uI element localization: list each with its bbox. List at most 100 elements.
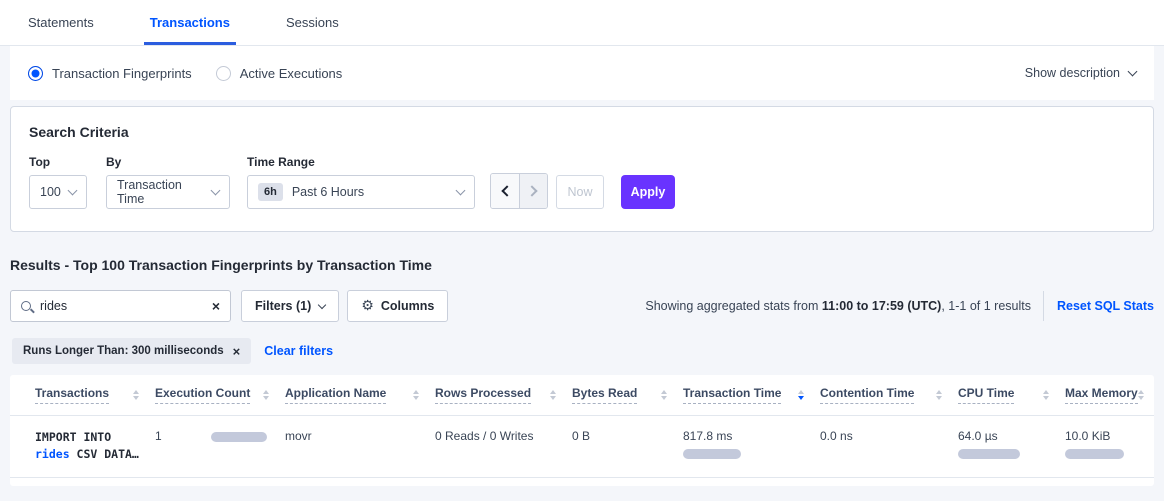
by-label: By: [106, 155, 247, 169]
results-table-card: Transactions Execution Count Application…: [10, 375, 1154, 486]
table-row[interactable]: IMPORT INTO rides CSV DATA… 1 movr 0 Rea…: [10, 415, 1154, 477]
view-toggle-bar: Transaction Fingerprints Active Executio…: [10, 46, 1154, 100]
cell-execution-count: 1: [155, 415, 285, 477]
previous-time-button[interactable]: [491, 174, 519, 208]
gear-icon: ⚙: [361, 298, 374, 314]
column-header-max-memory: Max Memory: [1065, 375, 1154, 415]
top-select[interactable]: 100: [29, 175, 87, 209]
next-time-button[interactable]: [519, 174, 547, 208]
tab-sessions[interactable]: Sessions: [280, 0, 345, 45]
chevron-down-icon: [1128, 66, 1138, 76]
bytes-read-value: 0 B: [572, 429, 590, 443]
cell-contention-time: 0.0 ns: [820, 415, 958, 477]
statement-line-1: IMPORT INTO: [35, 429, 155, 446]
cell-transaction-time: 817.8 ms: [683, 415, 820, 477]
radio-label: Active Executions: [240, 66, 343, 81]
column-header-application-name: Application Name: [285, 375, 435, 415]
search-box[interactable]: ×: [10, 290, 231, 322]
sort-icon[interactable]: [1043, 390, 1049, 400]
sort-icon[interactable]: [661, 390, 667, 400]
time-range-badge: 6h: [258, 183, 283, 201]
search-input[interactable]: [40, 299, 212, 313]
statement-line-2: rides CSV DATA…: [35, 446, 155, 463]
cell-max-memory: 10.0 KiB: [1065, 415, 1154, 477]
cell-bytes-read: 0 B: [572, 415, 683, 477]
clear-filters-link[interactable]: Clear filters: [264, 344, 333, 358]
cell-cpu-time: 64.0 µs: [958, 415, 1065, 477]
aggregated-stats-text: Showing aggregated stats from 11:00 to 1…: [645, 299, 1031, 313]
column-header-rows-processed: Rows Processed: [435, 375, 572, 415]
cpu-time-bar: [958, 449, 1020, 459]
time-range-select[interactable]: 6h Past 6 Hours: [247, 175, 475, 209]
page-tabbar: Statements Transactions Sessions: [0, 0, 1164, 46]
sort-icon[interactable]: [413, 390, 419, 400]
search-icon: [21, 301, 31, 311]
execution-count-bar: [211, 432, 267, 442]
time-range-label: Time Range: [247, 155, 490, 169]
column-header-execution-count: Execution Count: [155, 375, 285, 415]
max-memory-bar: [1065, 449, 1124, 459]
sort-icon[interactable]: [798, 390, 804, 400]
radio-unselected-icon[interactable]: [216, 66, 231, 81]
filters-button-label: Filters (1): [255, 299, 311, 313]
by-select[interactable]: Transaction Time: [106, 175, 230, 209]
chevron-down-icon: [211, 185, 221, 195]
column-header-transaction-time: Transaction Time: [683, 375, 820, 415]
transaction-time-value: 817.8 ms: [683, 429, 820, 443]
by-select-value: Transaction Time: [117, 178, 212, 206]
radio-active-executions[interactable]: Active Executions: [216, 66, 343, 81]
tab-statements[interactable]: Statements: [22, 0, 100, 45]
rows-processed-value: 0 Reads / 0 Writes: [435, 429, 533, 443]
column-header-contention-time: Contention Time: [820, 375, 958, 415]
chevron-down-icon: [456, 185, 466, 195]
chevron-left-icon: [501, 185, 512, 196]
columns-button[interactable]: ⚙ Columns: [347, 290, 448, 322]
cell-rows-processed: 0 Reads / 0 Writes: [435, 415, 572, 477]
column-header-bytes-read: Bytes Read: [572, 375, 683, 415]
cpu-time-value: 64.0 µs: [958, 429, 1065, 443]
table-header-row: Transactions Execution Count Application…: [10, 375, 1154, 415]
search-criteria-title: Search Criteria: [29, 124, 1135, 140]
sort-icon[interactable]: [263, 390, 269, 400]
clear-search-icon[interactable]: ×: [212, 299, 220, 313]
show-description-toggle[interactable]: Show description: [1025, 66, 1136, 80]
column-header-cpu-time: CPU Time: [958, 375, 1065, 415]
time-shift-group: [490, 173, 548, 209]
sort-icon[interactable]: [936, 390, 942, 400]
remove-filter-icon[interactable]: ×: [233, 344, 241, 359]
chevron-down-icon: [68, 185, 78, 195]
radio-transaction-fingerprints[interactable]: Transaction Fingerprints: [28, 66, 192, 81]
results-heading: Results - Top 100 Transaction Fingerprin…: [10, 257, 1154, 273]
transaction-time-bar: [683, 449, 741, 459]
radio-selected-icon[interactable]: [28, 66, 43, 81]
sort-icon[interactable]: [133, 390, 139, 400]
top-select-value: 100: [40, 185, 61, 199]
columns-button-label: Columns: [381, 299, 434, 313]
sort-icon[interactable]: [550, 390, 556, 400]
max-memory-value: 10.0 KiB: [1065, 429, 1154, 443]
sort-icon[interactable]: [1138, 390, 1144, 400]
top-label: Top: [29, 155, 106, 169]
active-filters-row: Runs Longer Than: 300 milliseconds × Cle…: [10, 338, 1154, 364]
cell-application-name: movr: [285, 415, 435, 477]
tab-transactions[interactable]: Transactions: [144, 0, 236, 45]
chevron-down-icon: [318, 300, 326, 308]
reset-sql-stats-link[interactable]: Reset SQL Stats: [1057, 299, 1154, 313]
filters-button[interactable]: Filters (1): [241, 290, 339, 322]
filter-tag[interactable]: Runs Longer Than: 300 milliseconds ×: [12, 338, 251, 364]
results-toolbar: × Filters (1) ⚙ Columns Showing aggregat…: [10, 290, 1154, 322]
application-name-value: movr: [285, 429, 312, 443]
apply-button[interactable]: Apply: [621, 175, 675, 209]
cell-transaction-fingerprint[interactable]: IMPORT INTO rides CSV DATA…: [10, 415, 155, 477]
chevron-right-icon: [526, 185, 537, 196]
search-criteria-card: Search Criteria Top 100 By Transaction T…: [10, 106, 1154, 232]
vertical-divider: [1043, 291, 1044, 321]
radio-label: Transaction Fingerprints: [52, 66, 192, 81]
results-section: Results - Top 100 Transaction Fingerprin…: [10, 257, 1154, 486]
search-match-highlight: rides: [35, 447, 70, 461]
now-button[interactable]: Now: [556, 175, 604, 209]
transactions-table: Transactions Execution Count Application…: [10, 375, 1154, 478]
filter-tag-label: Runs Longer Than: 300 milliseconds: [23, 345, 224, 357]
time-range-value: Past 6 Hours: [292, 185, 364, 199]
column-header-transactions: Transactions: [10, 375, 155, 415]
